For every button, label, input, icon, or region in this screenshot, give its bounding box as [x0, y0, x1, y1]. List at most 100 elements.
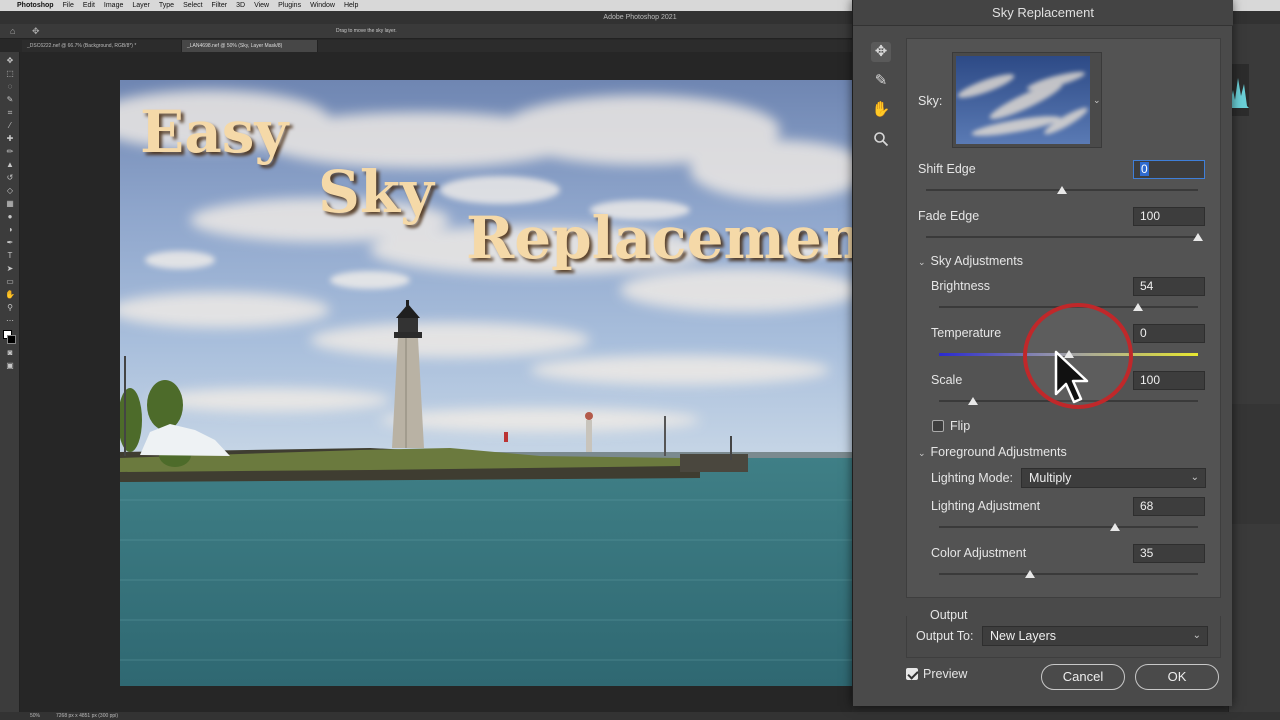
color-adjustment-slider-track[interactable] — [939, 573, 1198, 575]
histogram-panel — [1229, 64, 1249, 116]
menu-3d[interactable]: 3D — [236, 2, 245, 9]
background-color-swatch[interactable] — [7, 335, 16, 344]
dialog-title: Sky Replacement — [853, 0, 1233, 26]
brush-icon[interactable]: ✎ — [871, 71, 891, 91]
histogram-icon — [1229, 78, 1249, 108]
home-icon[interactable]: ⌂ — [10, 26, 15, 36]
brightness-field[interactable]: 54 — [1133, 277, 1205, 296]
menu-help[interactable]: Help — [344, 2, 358, 9]
scale-field[interactable]: 100 — [1133, 371, 1205, 390]
foreground-adjustments-header[interactable]: ⌄ Foreground Adjustments — [918, 445, 1067, 459]
menu-layer[interactable]: Layer — [132, 2, 150, 9]
gradient-tool-icon[interactable]: ▦ — [4, 199, 16, 208]
lighting-adjustment-label: Lighting Adjustment — [931, 499, 1041, 513]
document-tab[interactable]: _DSC6222.nef @ 66.7% (Background, RGB/8*… — [22, 40, 182, 52]
lighting-adjustment-slider-track[interactable] — [939, 526, 1198, 528]
sky-preset-picker[interactable]: ⌄ — [952, 52, 1102, 148]
menu-select[interactable]: Select — [183, 2, 202, 9]
menu-plugins[interactable]: Plugins — [278, 2, 301, 9]
status-bar: 50% 7268 px x 4851 px (300 ppi) — [0, 712, 1280, 720]
cancel-button[interactable]: Cancel — [1041, 664, 1125, 690]
lighting-mode-label: Lighting Mode: — [931, 471, 1014, 485]
lighting-mode-value: Multiply — [1029, 471, 1072, 485]
ok-button[interactable]: OK — [1135, 664, 1219, 690]
shift-edge-field[interactable]: 0 — [1133, 160, 1205, 179]
zoom-tool-icon[interactable]: ⚲ — [4, 303, 16, 312]
chevron-down-icon: ⌄ — [918, 448, 926, 458]
lighting-adjustment-field[interactable]: 68 — [1133, 497, 1205, 516]
chevron-down-icon: ⌄ — [1190, 472, 1199, 483]
lasso-tool-icon[interactable]: ◌ — [4, 82, 16, 91]
fade-edge-slider-thumb[interactable] — [1193, 233, 1203, 241]
brush-tool-icon[interactable]: ✏ — [4, 147, 16, 156]
type-tool-icon[interactable]: T — [4, 251, 16, 260]
lighting-adjustment-slider-thumb[interactable] — [1110, 523, 1121, 531]
document-canvas-photo[interactable]: Easy Sky Replacement — [120, 80, 852, 686]
chevron-down-icon[interactable]: ⌄ — [1093, 95, 1101, 106]
screen-mode-icon[interactable]: ▣ — [4, 361, 16, 370]
marquee-tool-icon[interactable]: ⬚ — [4, 69, 16, 78]
history-brush-tool-icon[interactable]: ↺ — [4, 173, 16, 182]
menu-window[interactable]: Window — [310, 2, 335, 9]
blur-tool-icon[interactable]: ● — [4, 212, 16, 221]
eraser-tool-icon[interactable]: ◇ — [4, 186, 16, 195]
foreground-adjustments-label: Foreground Adjustments — [930, 445, 1067, 459]
scale-slider-thumb[interactable] — [967, 397, 978, 405]
pen-tool-icon[interactable]: ✒ — [4, 238, 16, 247]
options-bar: ⌂ ✥ Drag to move the sky layer. — [0, 24, 852, 39]
more-tools-icon[interactable]: ⋯ — [4, 316, 16, 325]
fade-edge-label: Fade Edge — [918, 209, 980, 223]
menu-image[interactable]: Image — [104, 2, 123, 9]
menu-file[interactable]: File — [63, 2, 74, 9]
menu-edit[interactable]: Edit — [83, 2, 95, 9]
tools-panel: ✥ ⬚ ◌ ✎ ⌗ ⁄ ✚ ✏ ▲ ↺ ◇ ▦ ● ◑ ✒ T ➤ ▭ ✋ ⚲ … — [0, 52, 20, 712]
output-label: Output — [926, 608, 972, 622]
quick-select-tool-icon[interactable]: ✎ — [4, 95, 16, 104]
stamp-tool-icon[interactable]: ▲ — [4, 160, 16, 169]
preview-checkbox[interactable] — [906, 668, 918, 680]
path-select-tool-icon[interactable]: ➤ — [4, 264, 16, 273]
zoom-icon[interactable] — [871, 129, 891, 149]
shift-edge-slider-thumb[interactable] — [1057, 186, 1067, 194]
menu-type[interactable]: Type — [159, 2, 174, 9]
scale-label: Scale — [931, 373, 963, 387]
flip-checkbox[interactable] — [932, 420, 944, 432]
move-icon[interactable]: ✥ — [871, 42, 891, 62]
fade-edge-field[interactable]: 100 — [1133, 207, 1205, 226]
menu-view[interactable]: View — [254, 2, 269, 9]
healing-tool-icon[interactable]: ✚ — [4, 134, 16, 143]
color-adjustment-label: Color Adjustment — [931, 546, 1027, 560]
shape-tool-icon[interactable]: ▭ — [4, 277, 16, 286]
menu-filter[interactable]: Filter — [212, 2, 228, 9]
quick-mask-icon[interactable]: ◙ — [4, 348, 16, 357]
sky-adjustments-header[interactable]: ⌄ Sky Adjustments — [918, 254, 1023, 268]
output-to-select[interactable]: New Layers ⌄ — [982, 626, 1208, 646]
move-tool-icon[interactable]: ✥ — [32, 26, 40, 37]
hand-tool-icon[interactable]: ✋ — [4, 290, 16, 299]
hand-icon[interactable]: ✋ — [871, 100, 891, 120]
sky-label: Sky: — [918, 94, 943, 108]
output-to-label: Output To: — [916, 629, 974, 643]
right-panels — [1228, 24, 1280, 712]
crop-tool-icon[interactable]: ⌗ — [4, 108, 16, 117]
brightness-label: Brightness — [931, 279, 991, 293]
document-tabs: _DSC6222.nef @ 66.7% (Background, RGB/8*… — [22, 40, 852, 52]
sky-adjustments-label: Sky Adjustments — [930, 254, 1023, 268]
temperature-field[interactable]: 0 — [1133, 324, 1205, 343]
eyedropper-tool-icon[interactable]: ⁄ — [4, 121, 16, 130]
lighthouse-photo — [120, 80, 852, 686]
canvas-title-sky: Sky — [318, 158, 434, 226]
temperature-label: Temperature — [931, 326, 1002, 340]
color-adjustment-field[interactable]: 35 — [1133, 544, 1205, 563]
dodge-tool-icon[interactable]: ◑ — [4, 225, 16, 234]
move-tool-icon[interactable]: ✥ — [4, 56, 16, 65]
document-tab-active[interactable]: _LAN4698.nef @ 50% (Sky, Layer Mask/8) — [182, 40, 318, 52]
cursor-icon — [1054, 350, 1089, 404]
lighting-mode-select[interactable]: Multiply ⌄ — [1021, 468, 1206, 488]
menu-app-name[interactable]: Photoshop — [17, 2, 54, 9]
status-zoom[interactable]: 50% — [30, 713, 40, 719]
status-document-info: 7268 px x 4851 px (300 ppi) — [56, 713, 118, 719]
color-adjustment-slider-thumb[interactable] — [1024, 570, 1035, 578]
chevron-down-icon: ⌄ — [918, 257, 926, 267]
fade-edge-slider-track[interactable] — [926, 236, 1198, 238]
